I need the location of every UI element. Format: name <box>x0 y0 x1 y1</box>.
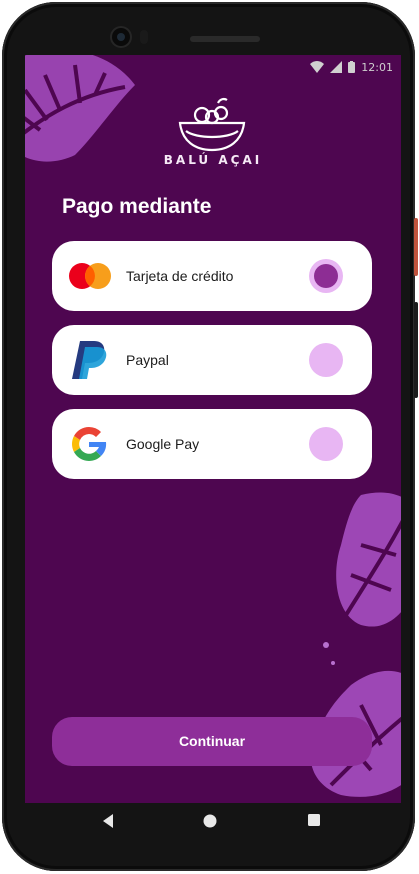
payment-option-credit-card[interactable]: Tarjeta de crédito <box>52 241 372 311</box>
payment-option-label: Paypal <box>126 352 169 368</box>
mastercard-icon <box>69 263 111 289</box>
payment-radio-credit-card[interactable] <box>309 259 343 293</box>
front-camera <box>112 28 130 46</box>
power-button <box>414 218 418 276</box>
wifi-icon <box>310 61 325 73</box>
status-time: 12:01 <box>361 60 393 74</box>
earpiece-speaker <box>190 36 260 42</box>
brand-name: BALÚ AÇAI <box>163 153 263 167</box>
page-title: Pago mediante <box>62 195 212 218</box>
back-icon[interactable] <box>101 813 115 829</box>
battery-icon <box>348 61 356 73</box>
acai-bowl-logo-icon <box>178 97 246 152</box>
payment-option-label: Tarjeta de crédito <box>126 268 234 284</box>
google-icon <box>72 427 107 461</box>
payment-option-paypal[interactable]: Paypal <box>52 325 372 395</box>
payment-option-label: Google Pay <box>126 436 200 452</box>
payment-option-google-pay[interactable]: Google Pay <box>52 409 372 479</box>
home-icon[interactable] <box>202 813 218 829</box>
payment-radio-google-pay[interactable] <box>309 427 343 461</box>
proximity-sensor <box>140 30 148 44</box>
volume-button <box>414 302 418 398</box>
paypal-icon <box>72 341 107 379</box>
overview-icon[interactable] <box>307 813 321 827</box>
status-bar: 12:01 <box>25 55 401 79</box>
top-bezel <box>0 0 419 56</box>
signal-icon <box>330 61 343 73</box>
payment-radio-paypal[interactable] <box>309 343 343 377</box>
continue-button[interactable]: Continuar <box>52 717 372 766</box>
app-screen: 12:01 BALÚ AÇAI Pago mediante Tarjeta de… <box>25 55 401 803</box>
system-nav-bar <box>25 803 401 847</box>
